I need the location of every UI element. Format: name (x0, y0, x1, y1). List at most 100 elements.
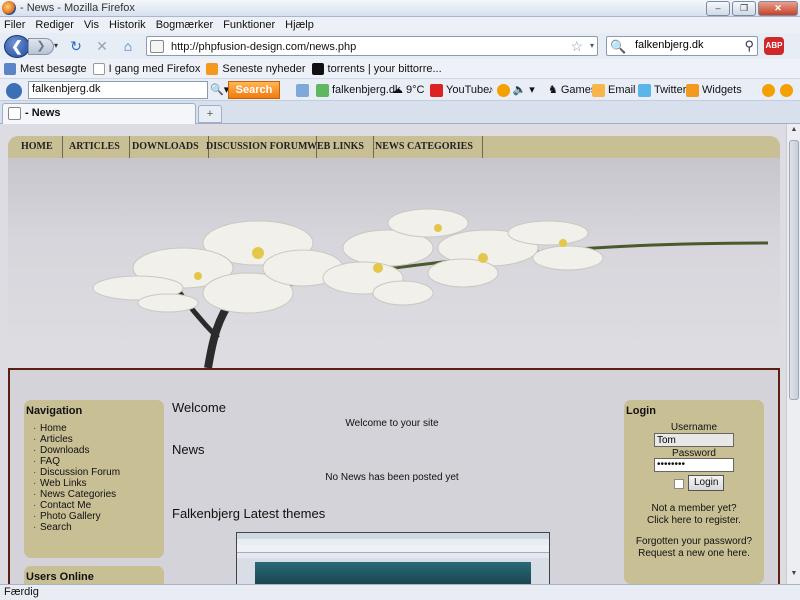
player-dropdown-icon[interactable]: ▾ (529, 82, 535, 98)
register-link[interactable]: Click here to register. (624, 515, 764, 527)
site-nav-web-links[interactable]: WEB LINKS (298, 136, 374, 158)
navigation-title: Navigation (26, 405, 83, 417)
remember-me-checkbox[interactable] (674, 479, 684, 489)
most-visited-icon (4, 62, 16, 75)
bookmark-most-visited[interactable]: Mest besøgte (4, 62, 87, 75)
maximize-button[interactable]: ❐ (732, 1, 756, 16)
minimize-button[interactable]: – (706, 1, 730, 16)
url-dropdown-icon[interactable]: ▾ (590, 41, 594, 50)
search-go-icon[interactable]: ⚲ (744, 38, 754, 54)
toolbar-music-player[interactable]: ♪ 🔈 ▾ (488, 82, 535, 98)
search-bar[interactable]: 🔍 ⚲ (606, 36, 758, 56)
widgets-icon (686, 83, 699, 97)
nav-link-home[interactable]: Home (33, 423, 164, 434)
toolbar-youtube[interactable]: YouTube (430, 82, 489, 98)
nav-link-downloads[interactable]: Downloads (33, 445, 164, 456)
toolbar-domain-button[interactable]: falkenbjerg.dk (316, 82, 401, 98)
navigation-toolbar: ❮ ❯ ▾ ↻ ✕ ⌂ ☆ ▾ 🔍 ⚲ ABP (0, 33, 800, 59)
forward-button[interactable]: ❯ (28, 38, 54, 55)
toolbar-weather[interactable]: ☁ 9°C (392, 82, 424, 98)
bookmarks-toolbar: Mest besøgte I gang med Firefox Seneste … (0, 59, 800, 79)
welcome-title: Welcome (172, 400, 226, 415)
rss-icon (206, 62, 219, 75)
site-identity-icon[interactable] (150, 40, 164, 53)
menu-edit[interactable]: Rediger (35, 19, 74, 31)
login-button[interactable]: Login (688, 475, 725, 491)
toolbar-tool-icon[interactable] (296, 82, 309, 98)
play-icon[interactable] (496, 83, 510, 97)
close-button[interactable]: ✕ (758, 1, 798, 16)
toolbar-widgets[interactable]: Widgets (686, 82, 742, 98)
toolbar-search-dropdown-icon[interactable]: 🔍▾ (210, 82, 229, 98)
firefox-icon (2, 1, 16, 15)
email-icon (592, 83, 605, 97)
scroll-down-icon[interactable]: ▼ (788, 570, 800, 582)
site-main: Navigation Home Articles Downloads FAQ D… (8, 368, 780, 584)
users-online-title: Users Online (26, 571, 94, 583)
history-dropdown-icon[interactable]: ▾ (54, 41, 62, 51)
menu-file[interactable]: Filer (4, 19, 25, 31)
volume-icon[interactable]: 🔈 (513, 82, 527, 98)
status-bar: Færdig (0, 584, 800, 600)
vertical-scrollbar[interactable]: ▲ ▼ (786, 124, 800, 584)
scroll-thumb[interactable] (789, 140, 799, 400)
site-nav-news-categories[interactable]: NEWS CATEGORIES (366, 136, 483, 158)
bookmark-getting-started[interactable]: I gang med Firefox (92, 62, 200, 75)
search-engine-icon[interactable]: 🔍 (610, 39, 626, 55)
menu-tools[interactable]: Funktioner (223, 19, 275, 31)
orchid-image (92, 208, 769, 368)
page-icon (92, 62, 105, 75)
nav-link-contact[interactable]: Contact Me (33, 500, 164, 511)
nav-link-photo-gallery[interactable]: Photo Gallery (33, 511, 164, 522)
password-field[interactable]: •••••••• (654, 458, 734, 472)
site-nav-articles[interactable]: ARTICLES (60, 136, 130, 158)
nav-link-faq[interactable]: FAQ (33, 456, 164, 467)
window-controls: – ❐ ✕ (706, 1, 798, 16)
news-title: News (172, 442, 205, 457)
theme-screenshot[interactable] (236, 532, 550, 584)
toolbar-search-icon[interactable] (6, 83, 22, 99)
username-label: Username (670, 422, 718, 433)
bookmark-star-icon[interactable]: ☆ (570, 38, 583, 55)
welcome-text: Welcome to your site (345, 418, 439, 429)
username-field[interactable] (654, 433, 734, 447)
toolbar-twitter[interactable]: Twitter (638, 82, 686, 98)
nav-link-web-links[interactable]: Web Links (33, 478, 164, 489)
nav-link-news-categories[interactable]: News Categories (33, 489, 164, 500)
music-note-icon: ♪ (488, 84, 494, 96)
toolbar-search-button[interactable]: Search (228, 81, 280, 99)
back-button[interactable]: ❮ (4, 35, 30, 58)
menu-history[interactable]: Historik (109, 19, 146, 31)
toolbar-email[interactable]: Email (592, 82, 636, 98)
forgot-link[interactable]: Request a new one here. (624, 548, 764, 560)
url-input[interactable] (171, 39, 551, 54)
toolbar-search-input[interactable]: falkenbjerg.dk (28, 81, 208, 99)
nav-link-forum[interactable]: Discussion Forum (33, 467, 164, 478)
toolbar-addon-icon-2[interactable] (780, 82, 793, 98)
home-icon[interactable]: ⌂ (120, 38, 136, 54)
menu-view[interactable]: Vis (84, 19, 99, 31)
toolbar-addon-icon-1[interactable] (762, 82, 775, 98)
reload-icon[interactable]: ↻ (68, 38, 84, 54)
new-tab-button[interactable]: + (198, 105, 222, 123)
adblock-plus-button[interactable]: ABP (764, 37, 784, 55)
toolbar-games[interactable]: ♞ Games (548, 82, 596, 98)
nav-link-articles[interactable]: Articles (33, 434, 164, 445)
register-question: Not a member yet? (651, 503, 737, 514)
status-text: Færdig (4, 586, 39, 598)
navigation-list: Home Articles Downloads FAQ Discussion F… (26, 423, 164, 533)
menu-bookmarks[interactable]: Bogmærker (156, 19, 213, 31)
bookmark-torrents[interactable]: torrents | your bittorre... (311, 62, 442, 75)
url-bar[interactable]: ☆ ▾ (146, 36, 598, 56)
twitter-icon (638, 83, 651, 97)
site-nav-home[interactable]: HOME (12, 136, 63, 158)
site-nav-downloads[interactable]: DOWNLOADS (123, 136, 209, 158)
stop-icon[interactable]: ✕ (94, 38, 110, 54)
bookmark-latest-news[interactable]: Seneste nyheder (206, 62, 306, 75)
games-icon: ♞ (548, 84, 558, 96)
tab-news[interactable]: - News (2, 103, 196, 124)
scroll-up-icon[interactable]: ▲ (788, 126, 800, 138)
nav-link-search[interactable]: Search (33, 522, 164, 533)
menu-help[interactable]: Hjælp (285, 19, 314, 31)
search-input[interactable] (635, 39, 735, 51)
